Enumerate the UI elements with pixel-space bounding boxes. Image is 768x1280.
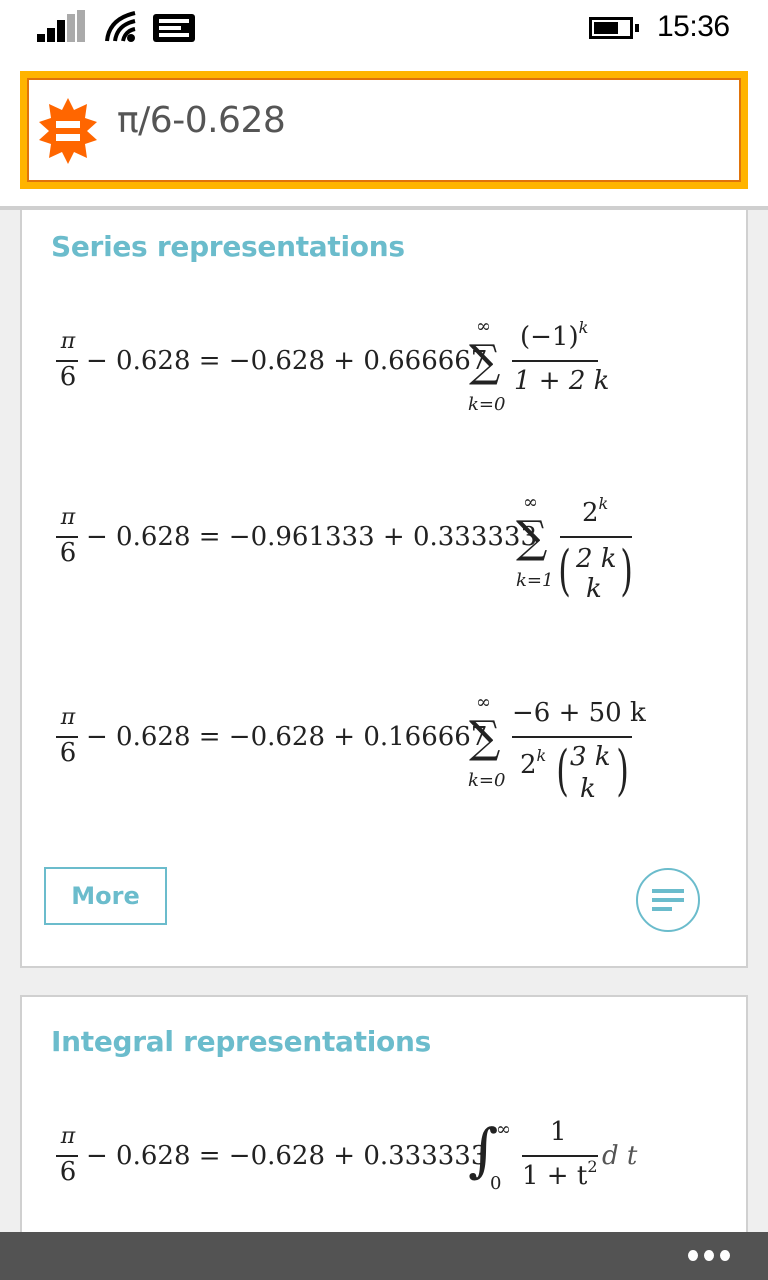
fraction-numerator: π	[60, 329, 76, 354]
fraction-denominator: 6	[59, 738, 77, 768]
notification-icon	[153, 14, 195, 42]
binomial-close-paren: )	[620, 539, 633, 602]
sum-upper-limit: ∞	[476, 316, 491, 337]
sum-upper-limit: ∞	[523, 492, 538, 513]
query-text[interactable]: π/6-0.628	[117, 100, 286, 141]
fraction-denominator: 6	[59, 1157, 77, 1187]
status-bar: 15:36	[0, 0, 768, 60]
formula-expression: − 0.628 = −0.628 + 0.166667	[86, 722, 488, 752]
sigma-symbol: ∑	[469, 712, 501, 763]
term-denominator: 1 + t2	[522, 1157, 598, 1191]
step-by-step-button[interactable]	[636, 868, 700, 932]
integral-symbol: ∫	[468, 1116, 499, 1184]
term-numerator: (−1)k	[520, 318, 589, 352]
fraction-denominator: 6	[59, 538, 77, 568]
binomial-bottom: k	[580, 774, 596, 804]
wolfram-alpha-logo-icon[interactable]	[37, 96, 99, 166]
term-numerator: 2k	[582, 494, 609, 528]
signal-icon	[37, 10, 87, 42]
query-input[interactable]: π/6-0.628	[20, 71, 748, 189]
fraction-numerator: π	[60, 1124, 76, 1149]
formula-expression: − 0.628 = −0.628 + 0.333333	[86, 1141, 488, 1171]
sum-lower-limit: k=1	[516, 570, 554, 591]
integral-upper-limit: ∞	[496, 1119, 511, 1140]
header: π/6-0.628	[0, 60, 768, 210]
term-numerator: −6 + 50 k	[512, 698, 646, 728]
app-bar	[0, 1232, 768, 1280]
term-numerator: 1	[550, 1117, 567, 1147]
ellipsis-icon[interactable]	[688, 1250, 730, 1261]
fraction-numerator: π	[60, 505, 76, 530]
binomial-top: 3 k	[570, 742, 611, 772]
binomial-top: 2 k	[576, 544, 617, 574]
battery-icon	[589, 17, 639, 39]
sum-upper-limit: ∞	[476, 692, 491, 713]
term-denominator-prefix: 2k	[520, 746, 547, 780]
formula-expression: − 0.628 = −0.628 + 0.666667	[86, 346, 488, 376]
binomial-open-paren: (	[556, 739, 569, 802]
sum-lower-limit: k=0	[468, 394, 506, 415]
integral-lower-limit: 0	[490, 1173, 502, 1194]
differential: d t	[602, 1141, 638, 1171]
fraction-denominator: 6	[59, 362, 77, 392]
binomial-bottom: k	[586, 574, 602, 604]
sigma-symbol: ∑	[469, 336, 501, 387]
series-representations-card: Series representations π 6 − 0.628 = −0.…	[20, 210, 748, 968]
integral-representations-card: Integral representations π 6 − 0.628 = −…	[20, 995, 748, 1255]
binomial-close-paren: )	[616, 739, 629, 802]
term-denominator: 1 + 2 k	[514, 366, 610, 396]
card-title: Integral representations	[51, 1025, 431, 1058]
clock: 15:36	[657, 10, 730, 43]
wifi-icon	[105, 11, 136, 42]
binomial-open-paren: (	[558, 539, 571, 602]
sigma-symbol: ∑	[516, 512, 548, 563]
sum-lower-limit: k=0	[468, 770, 506, 791]
more-button[interactable]: More	[44, 867, 167, 925]
card-title: Series representations	[51, 230, 405, 263]
formula-expression: − 0.628 = −0.961333 + 0.333333	[86, 522, 538, 552]
fraction-numerator: π	[60, 705, 76, 730]
